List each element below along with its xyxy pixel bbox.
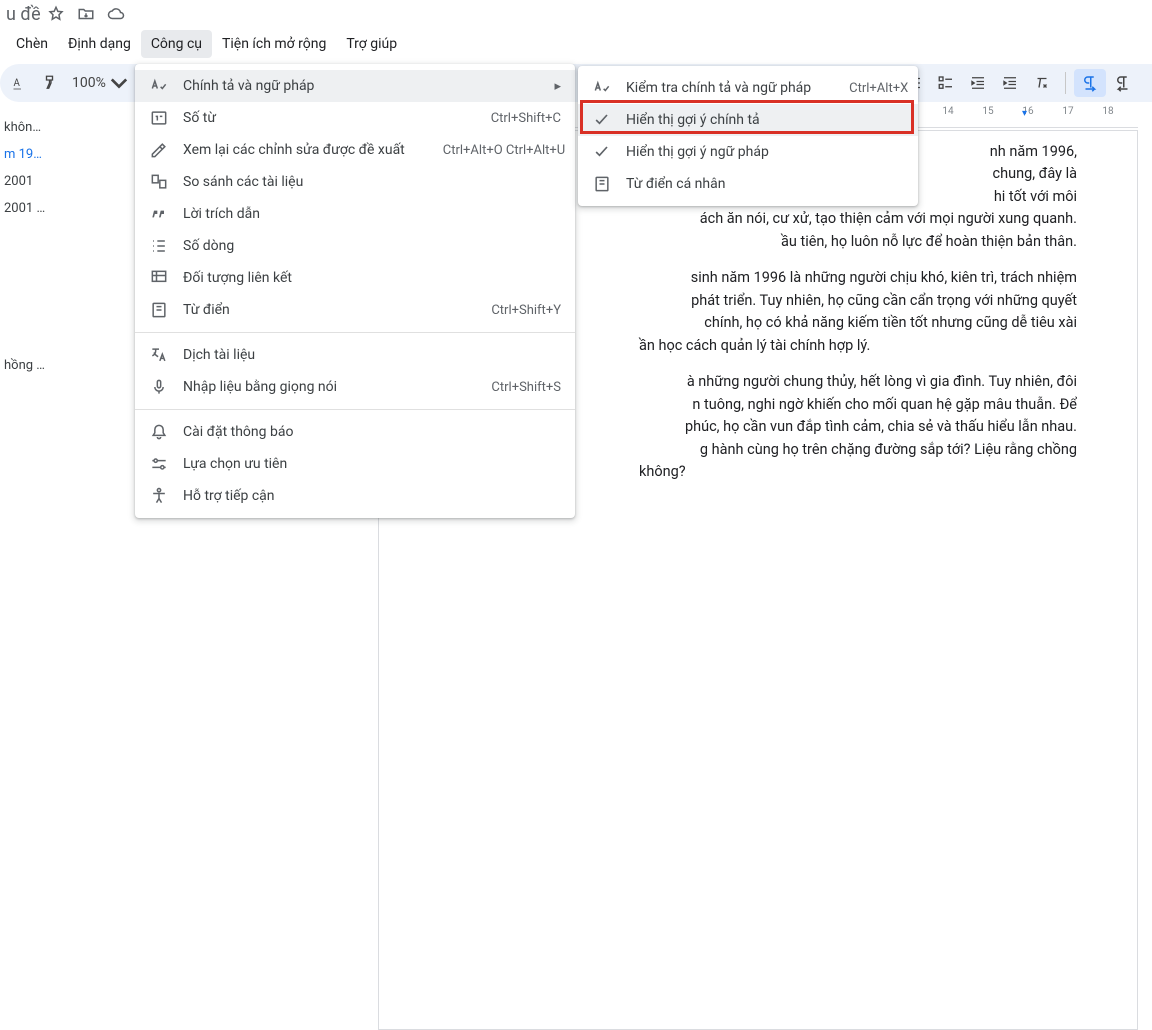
menu-label: Số dòng [183,238,561,254]
quote-icon [149,204,169,224]
doc-title: u đề [0,4,41,25]
outline-item[interactable]: hồng … [0,352,52,379]
menu-label: Cài đặt thông báo [183,424,561,440]
ruler-indent-marker[interactable]: ▾ [1022,108,1027,119]
tools-menu: Chính tả và ngữ pháp ▸ Số từ Ctrl+Shift+… [135,64,575,518]
menu-help[interactable]: Trợ giúp [336,30,407,58]
indent-decrease-icon[interactable] [963,70,993,96]
menu-item-accessibility[interactable]: Hỗ trợ tiếp cận [135,480,575,512]
menu-label: Xem lại các chỉnh sửa được đề xuất [183,142,405,158]
menu-format[interactable]: Định dạng [58,30,141,58]
menu-item-compare[interactable]: So sánh các tài liệu [135,166,575,198]
star-icon[interactable] [45,3,67,25]
ruler-label: 14 [942,106,953,117]
menu-item-voice-typing[interactable]: Nhập liệu bằng giọng nói Ctrl+Shift+S [135,371,575,403]
ruler-label: 18 [1102,106,1113,117]
dictionary-icon [592,174,612,194]
menu-tools[interactable]: Công cụ [141,30,212,58]
menu-item-linked-objects[interactable]: Đối tượng liên kết [135,262,575,294]
mic-icon [149,377,169,397]
menu-shortcut: Ctrl+Shift+Y [467,303,561,318]
titlebar: u đề [0,0,1152,28]
zoom-value: 100% [72,75,106,91]
translate-icon [149,345,169,365]
submenu-item-personal-dict[interactable]: Từ điển cá nhân [578,168,918,200]
spellcheck-icon [592,78,612,98]
menu-label: Hỗ trợ tiếp cận [183,488,561,504]
menu-label: Từ điển cá nhân [626,176,904,192]
menu-shortcut: Ctrl+Shift+S [467,380,561,395]
cloud-status-icon[interactable] [105,3,127,25]
menu-label: Hiển thị gợi ý ngữ pháp [626,144,904,160]
spelling-submenu: Kiểm tra chính tả và ngữ pháp Ctrl+Alt+X… [578,66,918,206]
clear-format-icon[interactable] [1027,70,1057,96]
pencil-icon [149,140,169,160]
menu-label: Dịch tài liệu [183,347,561,363]
menu-label: Chính tả và ngữ pháp [183,78,540,94]
svg-text:A: A [14,78,21,89]
menu-label: Số từ [183,110,453,126]
outline-item[interactable]: m 19… [0,141,52,168]
check-icon [592,142,612,162]
paint-format-icon[interactable] [36,70,66,96]
menu-item-linecount[interactable]: Số dòng [135,230,575,262]
menu-item-translate[interactable]: Dịch tài liệu [135,339,575,371]
dictionary-icon [149,300,169,320]
sliders-icon [149,454,169,474]
chevron-right-icon: ▸ [554,79,561,94]
spellcheck-icon [149,76,169,96]
menu-label: Hiển thị gợi ý chính tả [626,112,904,128]
check-icon [592,110,612,130]
ruler-label: 17 [1062,106,1073,117]
menu-item-citations[interactable]: Lời trích dẫn [135,198,575,230]
list-numbered-icon [149,236,169,256]
document-outline: khôn… m 19… 2001 2001 … hồng … [0,106,58,590]
outline-item[interactable]: 2001 [0,168,52,195]
menu-item-wordcount[interactable]: Số từ Ctrl+Shift+C [135,102,575,134]
compare-icon [149,172,169,192]
menu-shortcut: Ctrl+Alt+X [825,81,908,96]
submenu-item-show-spelling[interactable]: Hiển thị gợi ý chính tả [578,104,918,136]
menu-shortcut: Ctrl+Shift+C [467,111,561,126]
menu-item-dictionary[interactable]: Từ điển Ctrl+Shift+Y [135,294,575,326]
menu-insert[interactable]: Chèn [6,30,58,58]
bell-icon [149,422,169,442]
menu-label: Lời trích dẫn [183,206,561,222]
menu-label: Đối tượng liên kết [183,270,561,286]
menu-label: Nhập liệu bằng giọng nói [183,379,453,395]
menubar: Chèn Định dạng Công cụ Tiện ích mở rộng … [0,28,1152,60]
checklist-icon[interactable] [931,70,961,96]
menu-item-notifications[interactable]: Cài đặt thông báo [135,416,575,448]
ltr-icon[interactable] [1074,69,1106,97]
zoom-select[interactable]: 100% [66,74,134,92]
submenu-item-show-grammar[interactable]: Hiển thị gợi ý ngữ pháp [578,136,918,168]
menu-shortcut: Ctrl+Alt+O Ctrl+Alt+U [419,143,565,158]
move-folder-icon[interactable] [75,3,97,25]
wordcount-icon [149,108,169,128]
menu-extensions[interactable]: Tiện ích mở rộng [212,30,336,58]
accessibility-icon [149,486,169,506]
menu-label: Kiểm tra chính tả và ngữ pháp [626,80,811,96]
outline-item[interactable]: khôn… [0,114,52,141]
menu-item-review-suggestions[interactable]: Xem lại các chỉnh sửa được đề xuất Ctrl+… [135,134,575,166]
menu-item-preferences[interactable]: Lựa chọn ưu tiên [135,448,575,480]
menu-item-spelling-grammar[interactable]: Chính tả và ngữ pháp ▸ [135,70,575,102]
submenu-item-check[interactable]: Kiểm tra chính tả và ngữ pháp Ctrl+Alt+X [578,72,918,104]
outline-item[interactable]: 2001 … [0,195,52,222]
linked-icon [149,268,169,288]
ruler-label: 15 [982,106,993,117]
indent-increase-icon[interactable] [995,70,1025,96]
menu-label: So sánh các tài liệu [183,174,561,190]
menu-label: Lựa chọn ưu tiên [183,456,561,472]
spellcheck-icon[interactable]: A [6,70,36,96]
menu-label: Từ điển [183,302,453,318]
rtl-icon[interactable] [1108,70,1138,96]
